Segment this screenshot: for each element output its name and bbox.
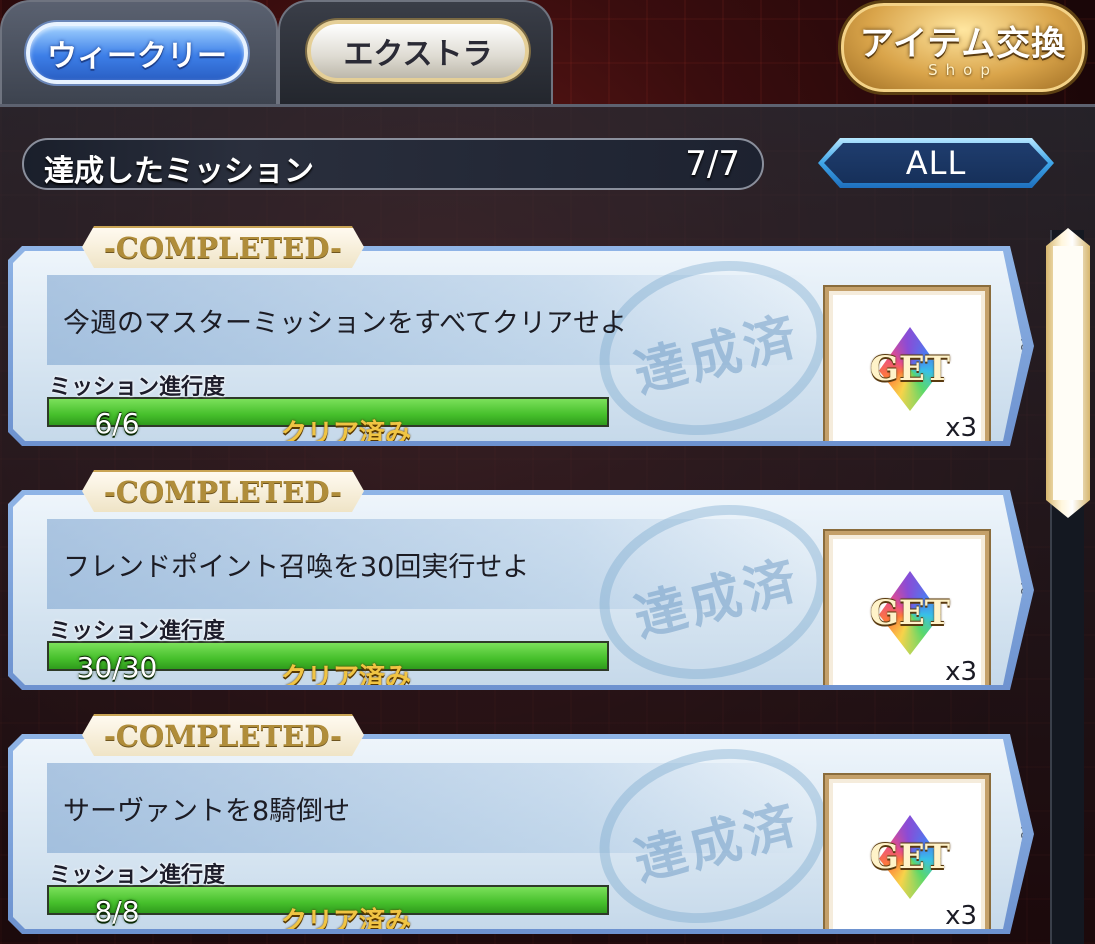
mission-card[interactable]: 達成済 今週のマスターミッションをすべてクリアせよ ミッション進行度 6/6 ク… — [8, 240, 1034, 450]
mission-status-label: クリア済み — [281, 907, 412, 937]
mission-status-label: クリア済み — [281, 663, 412, 693]
achieved-missions-bar: 達成したミッション 7/7 — [22, 138, 764, 190]
completed-banner-label: -COMPLETED- — [103, 475, 343, 509]
mission-card-frame: 達成済 サーヴァントを8騎倒せ ミッション進行度 8/8 クリア済み GET x… — [8, 734, 1034, 934]
mission-description: サーヴァントを8騎倒せ — [63, 796, 351, 827]
mission-description: フレンドポイント召喚を30回実行せよ — [63, 552, 530, 583]
reward-button[interactable]: GET x3 — [825, 531, 989, 695]
mission-status-label: クリア済み — [281, 419, 412, 449]
reward-button[interactable]: GET x3 — [825, 775, 989, 939]
mission-card-face: 達成済 今週のマスターミッションをすべてクリアせよ ミッション進行度 6/6 ク… — [13, 251, 1023, 441]
completed-banner: -COMPLETED- — [82, 714, 364, 756]
mission-progress-label: ミッション進行度 — [49, 863, 226, 888]
completed-banner: -COMPLETED- — [82, 226, 364, 268]
shop-button-label: アイテム交換 — [859, 24, 1067, 64]
mission-progress-count: 6/6 — [94, 407, 140, 440]
reward-quantity: x3 — [945, 413, 977, 443]
reward-get-label: GET — [869, 349, 951, 389]
reward-quantity: x3 — [945, 901, 977, 931]
tab-weekly-label: ウィークリー — [47, 39, 227, 74]
mission-progress-label: ミッション進行度 — [49, 619, 226, 644]
completed-banner-label: -COMPLETED- — [103, 719, 343, 753]
scrollbar-thumb-inner — [1053, 246, 1083, 500]
achieved-missions-count: 7/7 — [685, 144, 740, 184]
mission-card-frame: 達成済 今週のマスターミッションをすべてクリアせよ ミッション進行度 6/6 ク… — [8, 246, 1034, 446]
mission-card-face: 達成済 サーヴァントを8騎倒せ ミッション進行度 8/8 クリア済み GET x… — [13, 739, 1023, 929]
mission-card-face: 達成済 フレンドポイント召喚を30回実行せよ ミッション進行度 30/30 クリ… — [13, 495, 1023, 685]
filter-button-label: ALL — [905, 144, 967, 182]
item-exchange-button[interactable]: アイテム交換 Shop — [838, 0, 1088, 95]
reward-quantity: x3 — [945, 657, 977, 687]
filter-all-button[interactable]: ALL — [818, 138, 1054, 188]
reward-get-label: GET — [869, 837, 951, 877]
reward-get-label: GET — [869, 593, 951, 633]
mission-progress-label: ミッション進行度 — [49, 375, 226, 400]
tab-extra[interactable]: エクストラ — [307, 20, 529, 82]
achieved-missions-label: 達成したミッション — [44, 154, 314, 189]
scrollbar-thumb[interactable] — [1046, 228, 1090, 518]
mission-card[interactable]: 達成済 フレンドポイント召喚を30回実行せよ ミッション進行度 30/30 クリ… — [8, 484, 1034, 694]
mission-progress-count: 30/30 — [76, 651, 158, 684]
completed-banner: -COMPLETED- — [82, 470, 364, 512]
tab-extra-label: エクストラ — [343, 37, 493, 72]
completed-banner-label: -COMPLETED- — [103, 231, 343, 265]
mission-description: 今週のマスターミッションをすべてクリアせよ — [63, 308, 628, 339]
reward-button[interactable]: GET x3 — [825, 287, 989, 451]
mission-side-tag: Mission — [1017, 789, 1035, 852]
mission-card[interactable]: 達成済 サーヴァントを8騎倒せ ミッション進行度 8/8 クリア済み GET x… — [8, 728, 1034, 938]
tab-weekly[interactable]: ウィークリー — [26, 22, 248, 84]
mission-side-tag: Mission — [1017, 545, 1035, 608]
mission-side-tag: Mission — [1017, 301, 1035, 364]
mission-progress-count: 8/8 — [94, 895, 140, 928]
mission-card-frame: 達成済 フレンドポイント召喚を30回実行せよ ミッション進行度 30/30 クリ… — [8, 490, 1034, 690]
